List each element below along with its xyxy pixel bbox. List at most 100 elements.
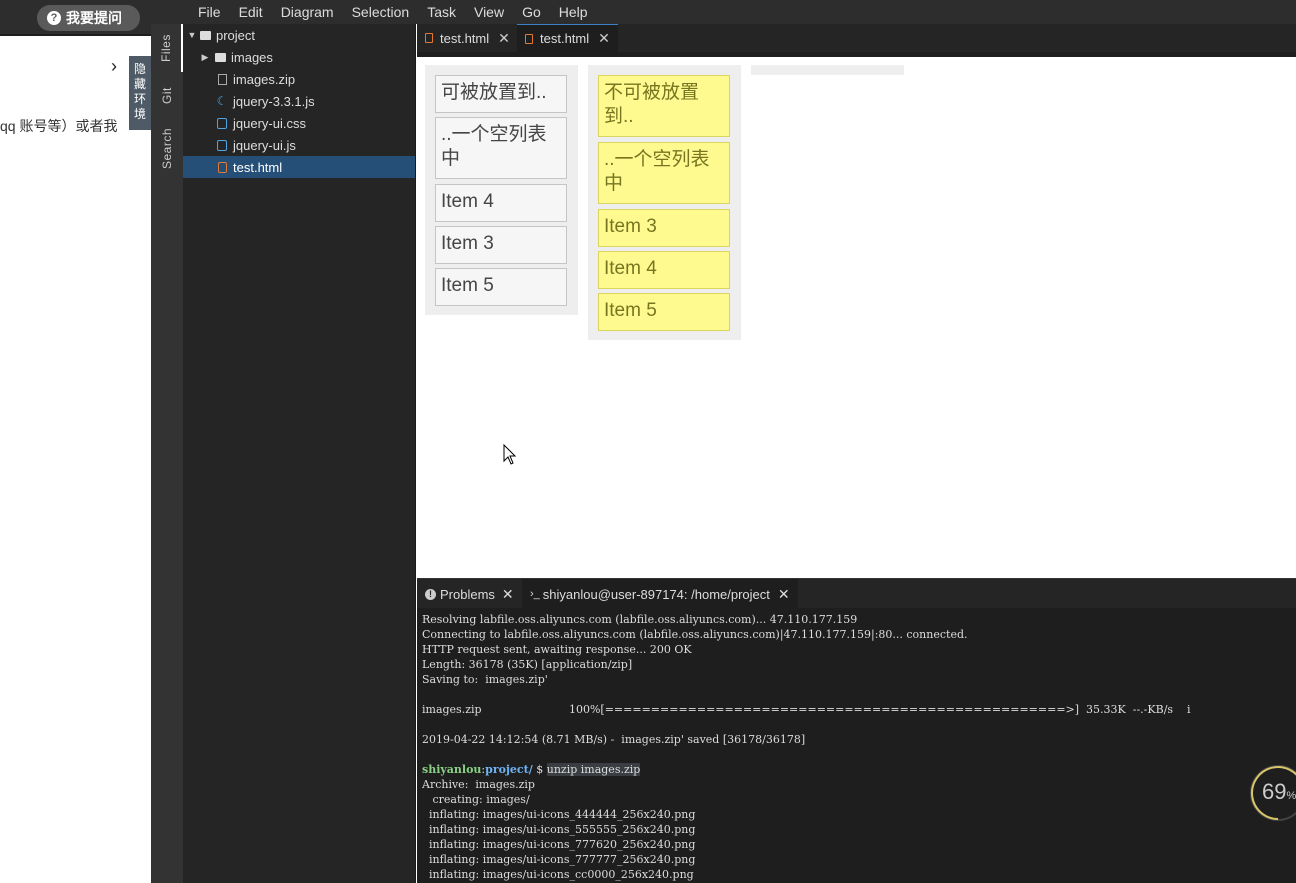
question-icon: ?	[47, 11, 61, 25]
terminal-command: unzip images.zip	[546, 763, 641, 776]
tree-label: jquery-ui.js	[233, 137, 296, 153]
terminal-prompt-line: shiyanlou:project/ $ unzip images.zip	[422, 763, 641, 776]
list-item[interactable]: Item 4	[435, 184, 567, 222]
html-file-icon	[525, 33, 533, 44]
tree-item-images[interactable]: ▶ images	[183, 46, 415, 68]
tab-test-html-1[interactable]: test.html ✕	[417, 24, 518, 52]
tab-terminal[interactable]: ›_ shiyanlou@user-897174: /home/project …	[522, 579, 798, 609]
list-item[interactable]: Item 5	[598, 293, 730, 331]
terminal-line: Length: 36178 (35K) [application/zip]	[422, 658, 633, 671]
list-item[interactable]: Item 5	[435, 268, 567, 306]
menu-diagram[interactable]: Diagram	[272, 4, 343, 20]
folder-icon	[214, 51, 226, 63]
css-file-icon	[216, 117, 228, 129]
close-icon[interactable]: ✕	[502, 586, 514, 603]
menu-task[interactable]: Task	[418, 4, 465, 20]
tab-test-html-2[interactable]: test.html ✕	[517, 24, 618, 52]
file-explorer: ▼ project ▶ images images.zip ☾ jquery-3…	[183, 24, 416, 883]
menu-file[interactable]: File	[189, 4, 230, 20]
panel-tab-bar: ! Problems ✕ ›_ shiyanlou@user-897174: /…	[417, 578, 1296, 609]
close-icon[interactable]: ✕	[498, 30, 510, 47]
terminal-line: inflating: images/ui-icons_cc0000_256x24…	[422, 868, 694, 881]
js-file-icon: ☾	[216, 94, 228, 108]
tree-label: project	[216, 27, 256, 43]
git-tab[interactable]: Git	[151, 76, 183, 116]
menu-help[interactable]: Help	[550, 4, 597, 20]
tab-label: test.html	[540, 31, 590, 46]
files-tab[interactable]: Files	[151, 24, 183, 72]
tree-label: test.html	[233, 159, 283, 175]
search-tab[interactable]: Search	[151, 122, 183, 174]
menu-edit[interactable]: Edit	[230, 4, 272, 20]
html-file-icon	[425, 33, 433, 43]
terminal-line: inflating: images/ui-icons_555555_256x24…	[422, 823, 696, 836]
hide-environment-button[interactable]: 隐藏环境	[129, 56, 151, 130]
mouse-cursor-icon	[503, 444, 517, 465]
list-item[interactable]: 可被放置到..	[435, 75, 567, 113]
list-item[interactable]: ..一个空列表中	[435, 117, 567, 179]
tree-label: jquery-3.3.1.js	[233, 93, 315, 109]
ask-question-button[interactable]: ? 我要提问	[37, 5, 140, 31]
terminal-icon: ›_	[530, 588, 540, 600]
tree-root-project[interactable]: ▼ project	[183, 24, 415, 46]
terminal-line: creating: images/	[422, 793, 530, 806]
tab-label: shiyanlou@user-897174: /home/project	[542, 586, 770, 602]
terminal-line: Connecting to labfile.oss.aliyuncs.com (…	[422, 628, 968, 641]
empty-sortable-list[interactable]	[751, 65, 904, 75]
info-icon: !	[425, 588, 436, 600]
menu-go[interactable]: Go	[513, 4, 550, 20]
html-file-icon	[216, 161, 228, 173]
sortable-list-2: 不可被放置到.. ..一个空列表中 Item 3 Item 4 Item 5	[588, 65, 741, 340]
tree-label: jquery-ui.css	[233, 115, 306, 131]
prompt-path: project/	[485, 763, 533, 776]
sortable-list-1: 可被放置到.. ..一个空列表中 Item 4 Item 3 Item 5	[425, 65, 578, 315]
terminal-line: inflating: images/ui-icons_777777_256x24…	[422, 853, 696, 866]
activity-bar: Files Git Search	[151, 24, 183, 883]
terminal-line: Resolving labfile.oss.aliyuncs.com (labf…	[422, 613, 858, 626]
host-side-text: qq 账号等）或者我	[0, 118, 118, 134]
list-item[interactable]: 不可被放置到..	[598, 75, 730, 137]
chevron-right-icon[interactable]: ›	[111, 56, 117, 77]
tree-item-jquery-js[interactable]: ☾ jquery-3.3.1.js	[183, 90, 415, 112]
gauge-value: 69%	[1262, 779, 1296, 804]
terminal-line: Saving to: images.zip'	[422, 673, 548, 686]
hide-env-label: 隐藏环境	[134, 62, 147, 121]
tab-label: Problems	[440, 586, 495, 602]
list-item[interactable]: ..一个空列表中	[598, 142, 730, 204]
list-item[interactable]: Item 3	[435, 226, 567, 264]
tree-item-test-html[interactable]: test.html	[183, 156, 415, 178]
menu-selection[interactable]: Selection	[343, 4, 419, 20]
close-icon[interactable]: ✕	[778, 586, 790, 603]
tree-item-images-zip[interactable]: images.zip	[183, 68, 415, 90]
html-preview: 可被放置到.. ..一个空列表中 Item 4 Item 3 Item 5 不可…	[417, 57, 1296, 578]
ask-question-label: 我要提问	[66, 10, 122, 26]
terminal-line: 2019-04-22 14:12:54 (8.71 MB/s) - images…	[422, 733, 806, 746]
chevron-down-icon: ▼	[187, 30, 197, 40]
menu-view[interactable]: View	[465, 4, 513, 20]
prompt-user: shiyanlou	[422, 763, 482, 776]
editor-tab-bar: test.html ✕ test.html ✕	[417, 24, 1296, 52]
tree-item-jquery-ui-js[interactable]: jquery-ui.js	[183, 134, 415, 156]
terminal-line: inflating: images/ui-icons_777620_256x24…	[422, 838, 696, 851]
terminal-output[interactable]: Resolving labfile.oss.aliyuncs.com (labf…	[417, 608, 1296, 883]
folder-icon	[199, 29, 211, 41]
tab-problems[interactable]: ! Problems ✕	[417, 579, 522, 609]
tree-label: images.zip	[233, 71, 296, 87]
js-file-icon	[216, 139, 228, 151]
terminal-line: Archive: images.zip	[422, 778, 535, 791]
tree-label: images	[231, 49, 273, 65]
close-icon[interactable]: ✕	[598, 30, 610, 47]
menu-bar: File Edit Diagram Selection Task View Go…	[151, 0, 1296, 24]
terminal-line: HTTP request sent, awaiting response... …	[422, 643, 692, 656]
list-item[interactable]: Item 4	[598, 251, 730, 289]
prompt-symbol: $	[532, 763, 547, 776]
tab-label: test.html	[440, 30, 490, 46]
zip-file-icon	[216, 73, 228, 85]
list-item[interactable]: Item 3	[598, 209, 730, 247]
chevron-right-icon: ▶	[201, 51, 209, 62]
terminal-line: images.zip 100%[========================…	[422, 703, 1191, 716]
tree-item-jquery-ui-css[interactable]: jquery-ui.css	[183, 112, 415, 134]
